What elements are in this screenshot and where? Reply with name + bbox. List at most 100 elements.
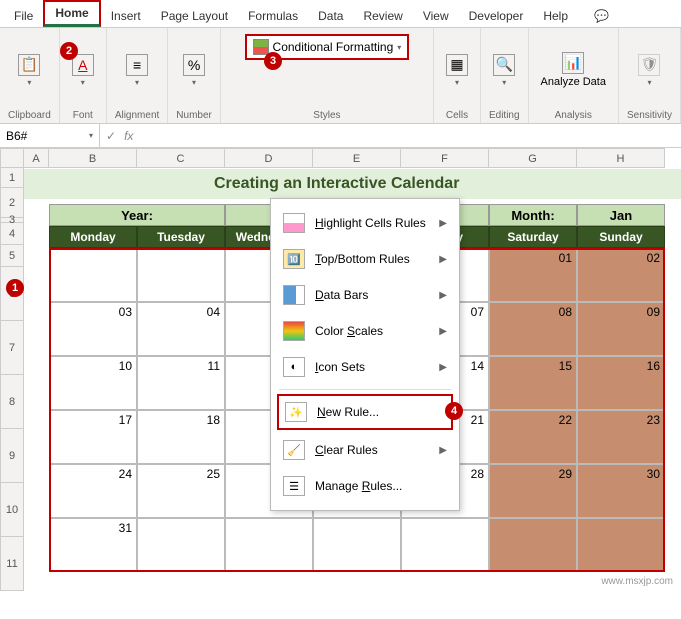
analyze-icon: 📊 [562, 52, 584, 74]
calendar-cell[interactable] [225, 518, 313, 572]
calendar-cell[interactable] [577, 518, 665, 572]
calendar-cell[interactable] [489, 518, 577, 572]
menu-clear-rules[interactable]: 🧹Clear Rules▶ [271, 432, 459, 468]
col-header-F[interactable]: F [401, 148, 489, 168]
group-label-alignment: Alignment [115, 110, 159, 121]
row-header-9[interactable]: 9 [0, 429, 24, 483]
ribbon: 📋▾ Clipboard A▾ Font ≡▾ Alignment %▾ Num… [0, 28, 681, 124]
tab-page-layout[interactable]: Page Layout [151, 5, 238, 27]
row-header-5[interactable]: 5 [0, 245, 24, 267]
menu-icon-sets[interactable]: ◐Icon Sets▶ [271, 349, 459, 385]
paste-button[interactable]: 📋▾ [14, 52, 44, 89]
callout-2: 2 [60, 42, 78, 60]
clipboard-icon: 📋 [18, 54, 40, 76]
row-header-10[interactable]: 10 [0, 483, 24, 537]
alignment-button[interactable]: ≡▾ [122, 52, 152, 89]
formula-bar[interactable]: ✓fx [100, 129, 139, 143]
tab-insert[interactable]: Insert [101, 5, 151, 27]
calendar-cell[interactable]: 04 [137, 302, 225, 356]
fx-icon: fx [124, 129, 133, 143]
menu-manage-rules[interactable]: ☰Manage Rules... [271, 468, 459, 504]
cf-label: Conditional Formatting [273, 40, 394, 54]
tab-formulas[interactable]: Formulas [238, 5, 308, 27]
calendar-cell[interactable]: 22 [489, 410, 577, 464]
calendar-cell[interactable]: 09 [577, 302, 665, 356]
tab-file[interactable]: File [4, 5, 43, 27]
tab-home[interactable]: Home [43, 0, 100, 27]
calendar-cell[interactable] [49, 248, 137, 302]
row-header-7[interactable]: 7 [0, 321, 24, 375]
group-styles: Conditional Formatting ▾ Styles [221, 28, 434, 123]
group-label-cells: Cells [446, 110, 468, 121]
col-header-A[interactable]: A [24, 148, 49, 168]
row-header-8[interactable]: 8 [0, 375, 24, 429]
col-header-E[interactable]: E [313, 148, 401, 168]
manage-icon: ☰ [283, 476, 305, 496]
calendar-cell[interactable] [137, 248, 225, 302]
col-header-G[interactable]: G [489, 148, 577, 168]
calendar-cell[interactable]: 02 [577, 248, 665, 302]
year-cell[interactable]: Year: [49, 204, 225, 226]
year-cell[interactable]: Jan [577, 204, 665, 226]
group-label-sensitivity: Sensitivity [627, 110, 672, 121]
menu-new-rule[interactable]: ✨New Rule... 4 [277, 394, 453, 430]
tab-view[interactable]: View [413, 5, 459, 27]
calendar-cell[interactable]: 08 [489, 302, 577, 356]
tab-developer[interactable]: Developer [459, 5, 534, 27]
calendar-cell[interactable]: 11 [137, 356, 225, 410]
group-label-styles: Styles [313, 110, 340, 121]
calendar-cell[interactable] [401, 518, 489, 572]
calendar-cell[interactable] [313, 518, 401, 572]
callout-3: 3 [264, 52, 282, 70]
cells-button[interactable]: ▦▾ [442, 52, 472, 89]
col-header-D[interactable]: D [225, 148, 313, 168]
row-header-11[interactable]: 11 [0, 537, 24, 591]
menu-data-bars[interactable]: Data Bars▶ [271, 277, 459, 313]
sensitivity-button[interactable]: 🛡▾ [634, 52, 664, 89]
group-number: %▾ Number [168, 28, 221, 123]
worksheet: ABCDEFGH 1234567891011 Creating an Inter… [0, 148, 681, 591]
newrule-icon: ✨ [285, 402, 307, 422]
comments-icon[interactable]: 💬 [584, 5, 619, 27]
group-cells: ▦▾ Cells [434, 28, 481, 123]
iconsets-icon: ◐ [283, 357, 305, 377]
align-icon: ≡ [126, 54, 148, 76]
conditional-formatting-icon [253, 39, 269, 55]
col-header-C[interactable]: C [137, 148, 225, 168]
calendar-cell[interactable]: 24 [49, 464, 137, 518]
select-all-corner[interactable] [0, 148, 24, 168]
calendar-cell[interactable]: 17 [49, 410, 137, 464]
calendar-cell[interactable]: 31 [49, 518, 137, 572]
row-header-1[interactable]: 1 [0, 168, 24, 188]
row-header-4[interactable]: 4 [0, 223, 24, 245]
calendar-cell[interactable]: 03 [49, 302, 137, 356]
calendar-cell[interactable]: 25 [137, 464, 225, 518]
analyze-label: Analyze Data [541, 76, 606, 88]
day-header: Saturday [489, 226, 577, 248]
calendar-cell[interactable]: 15 [489, 356, 577, 410]
col-header-H[interactable]: H [577, 148, 665, 168]
calendar-cell[interactable]: 23 [577, 410, 665, 464]
calendar-cell[interactable]: 30 [577, 464, 665, 518]
calendar-cell[interactable]: 18 [137, 410, 225, 464]
calendar-cell[interactable] [137, 518, 225, 572]
name-box[interactable]: B6# ▾ [0, 124, 100, 147]
tab-help[interactable]: Help [533, 5, 578, 27]
menu-color-scales[interactable]: Color Scales▶ [271, 313, 459, 349]
col-header-B[interactable]: B [49, 148, 137, 168]
editing-button[interactable]: 🔍▾ [489, 52, 519, 89]
tab-review[interactable]: Review [353, 5, 412, 27]
callout-1: 1 [6, 279, 24, 297]
menu-top-bottom[interactable]: 🔟Top/Bottom Rules▶ [271, 241, 459, 277]
year-cell[interactable]: Month: [489, 204, 577, 226]
calendar-cell[interactable]: 29 [489, 464, 577, 518]
calendar-cell[interactable]: 16 [577, 356, 665, 410]
number-button[interactable]: %▾ [179, 52, 209, 89]
analyze-data-button[interactable]: 📊 Analyze Data [537, 50, 610, 90]
menu-highlight-cells[interactable]: HHighlight Cells Rulesighlight Cells Rul… [271, 205, 459, 241]
calendar-cell[interactable]: 01 [489, 248, 577, 302]
calendar-cell[interactable]: 10 [49, 356, 137, 410]
conditional-formatting-menu: HHighlight Cells Rulesighlight Cells Rul… [270, 198, 460, 511]
day-header: Sunday [577, 226, 665, 248]
tab-data[interactable]: Data [308, 5, 353, 27]
